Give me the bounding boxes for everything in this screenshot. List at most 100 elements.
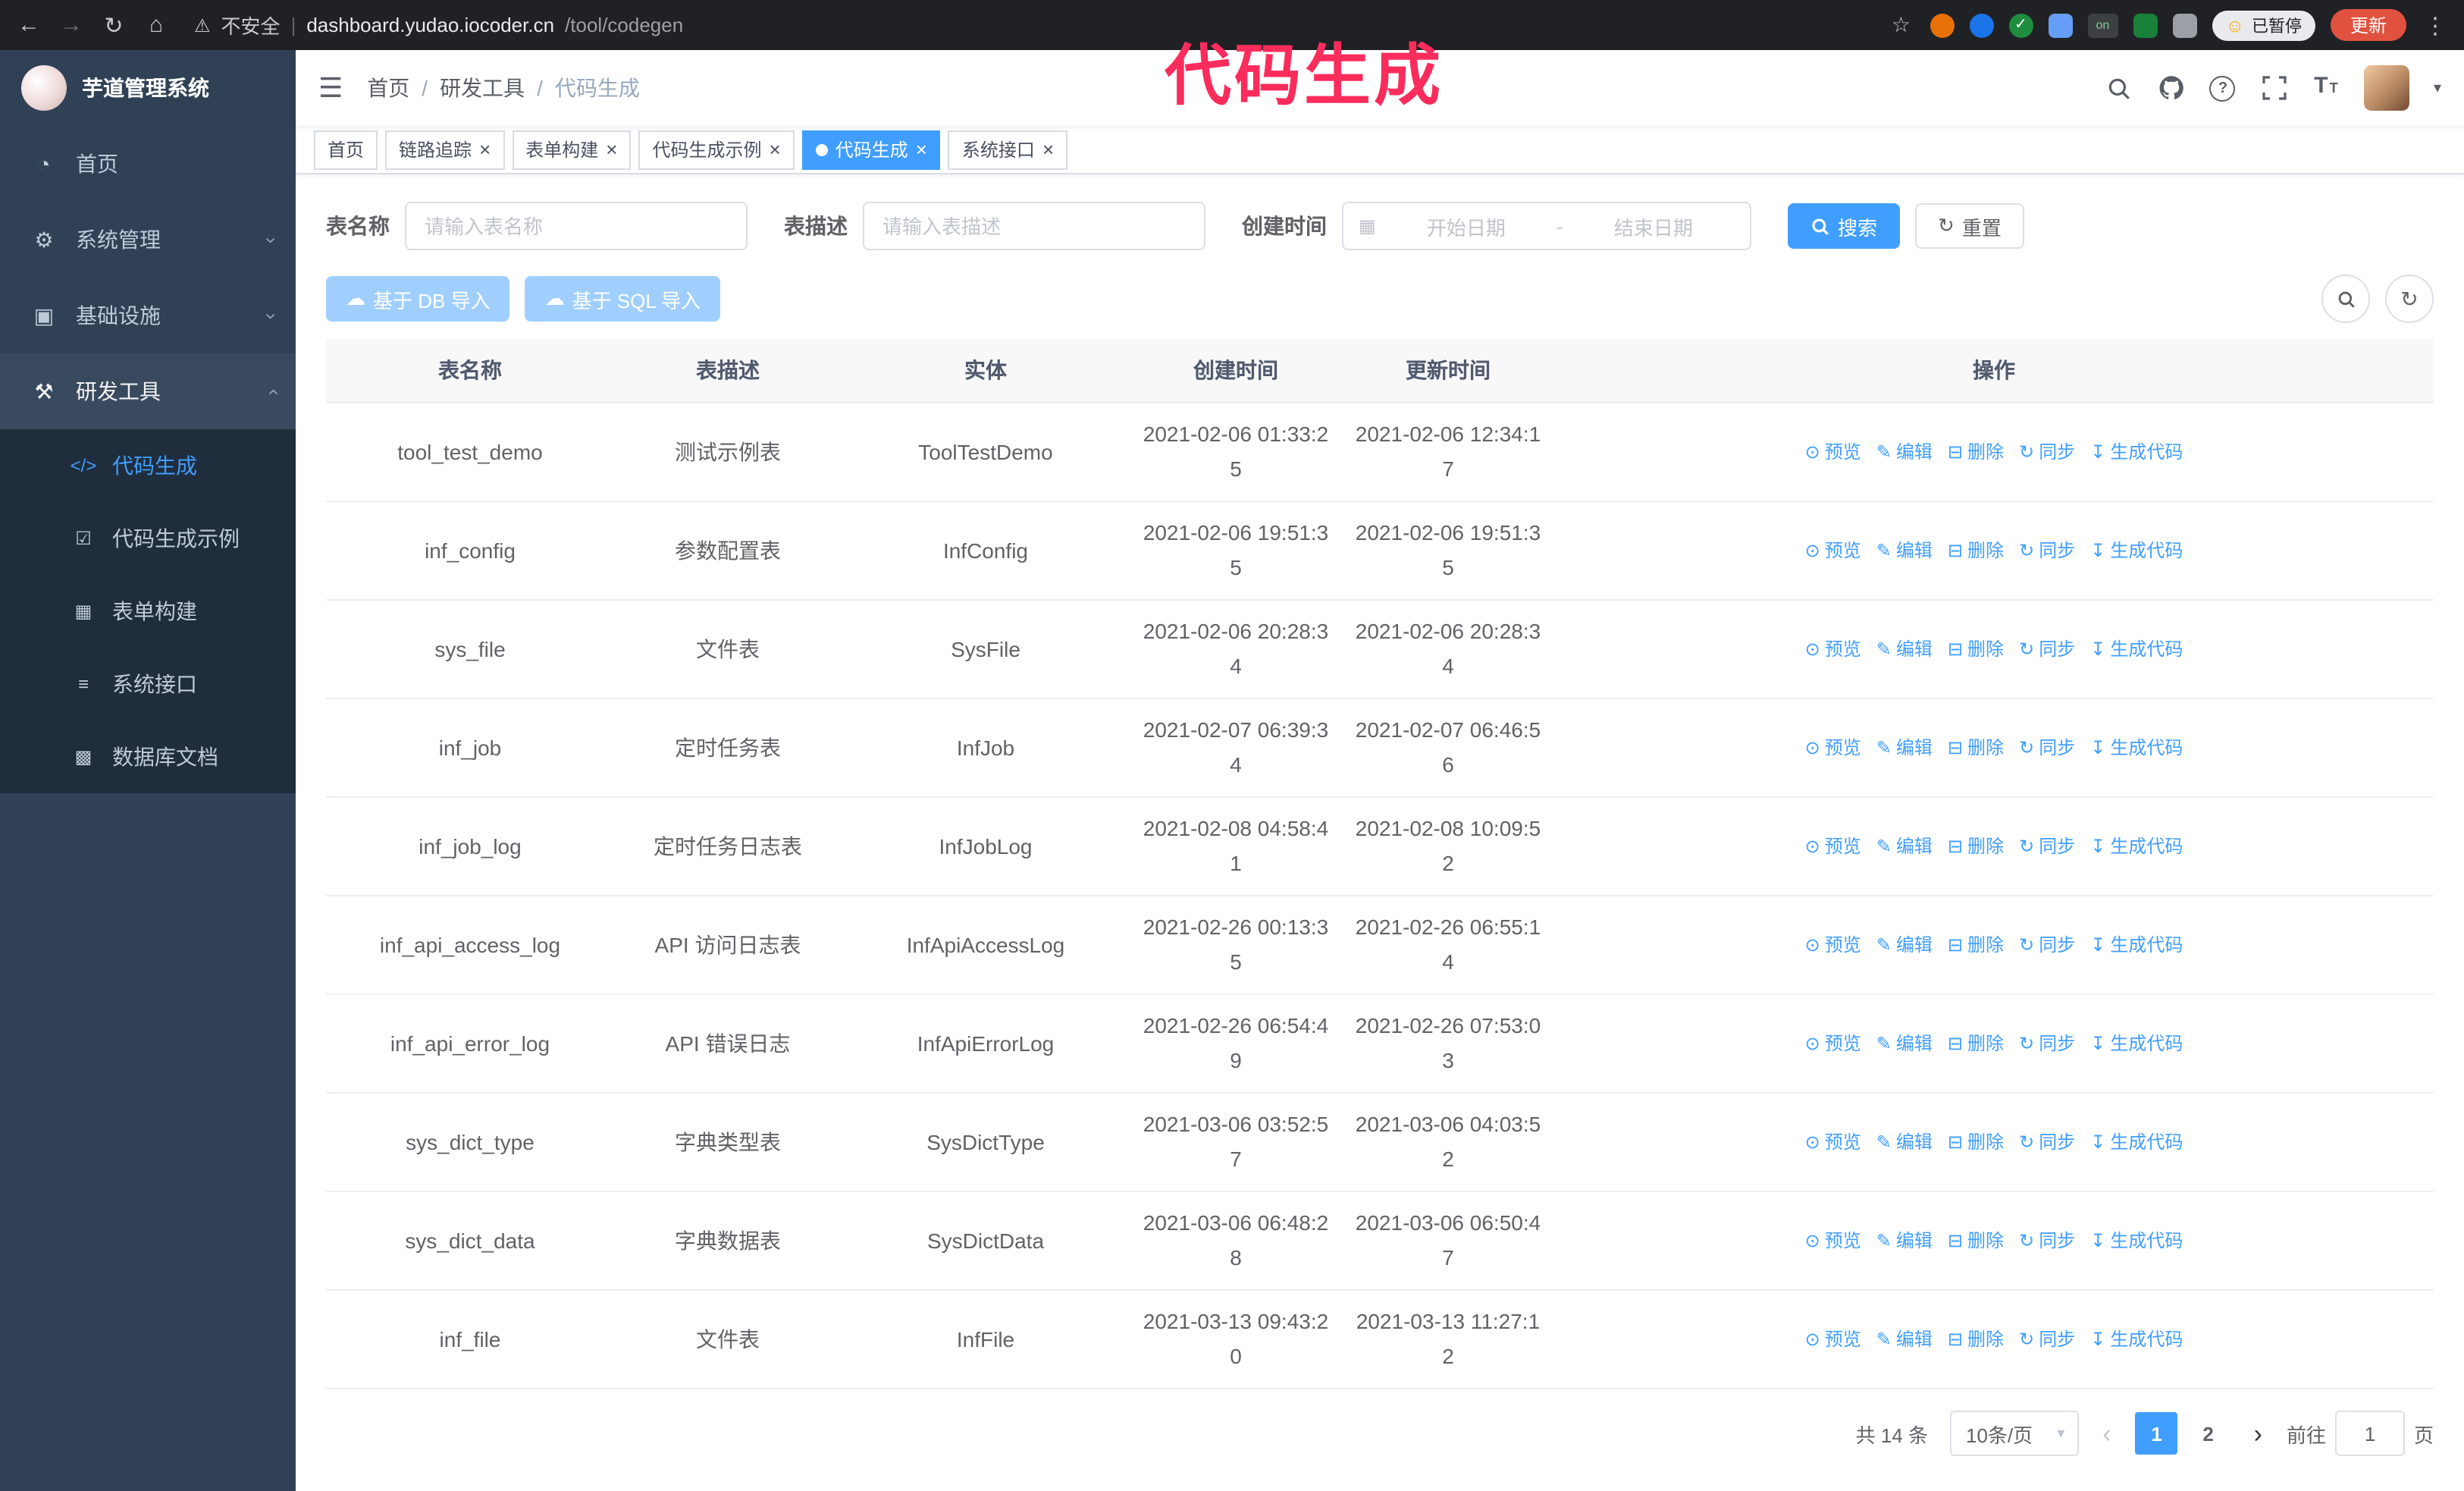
sidebar-item-gear[interactable]: ⚙ 系统管理 › — [0, 202, 296, 278]
search-icon[interactable] — [2106, 73, 2133, 103]
action-sync[interactable]: ↻ 同步 — [2019, 928, 2075, 963]
action-delete[interactable]: ⊟ 删除 — [1948, 534, 2004, 569]
action-generate-code[interactable]: ↧ 生成代码 — [2090, 534, 2183, 569]
tab-1[interactable]: 链路追踪 × — [385, 130, 505, 169]
import-sql-button[interactable]: ☁ 基于 SQL 导入 — [525, 276, 721, 322]
table-desc-input[interactable] — [863, 202, 1205, 250]
reload-icon[interactable]: ↻ — [100, 11, 127, 39]
breadcrumb-dev-tools[interactable]: 研发工具 — [440, 73, 525, 103]
sidebar-subitem-db-doc[interactable]: ▩ 数据库文档 — [0, 720, 296, 793]
extension-icon-green-check[interactable]: ✓ — [2008, 13, 2033, 37]
action-preview[interactable]: ⊙ 预览 — [1805, 435, 1861, 470]
action-delete[interactable]: ⊟ 删除 — [1948, 1125, 2004, 1160]
browser-menu-icon[interactable]: ⋮ — [2422, 11, 2449, 39]
action-sync[interactable]: ↻ 同步 — [2019, 1027, 2075, 1062]
action-preview[interactable]: ⊙ 预览 — [1805, 928, 1861, 963]
extension-icon-leaf[interactable] — [2133, 13, 2158, 37]
action-edit[interactable]: ✎ 编辑 — [1876, 731, 1933, 766]
close-icon[interactable]: × — [1042, 140, 1054, 159]
action-generate-code[interactable]: ↧ 生成代码 — [2090, 731, 2183, 766]
action-delete[interactable]: ⊟ 删除 — [1948, 1323, 2004, 1358]
refresh-table-button[interactable]: ↻ — [2385, 275, 2434, 323]
address-bar[interactable]: ⚠ 不安全 | dashboard.yudao.iocoder.cn/tool/… — [194, 11, 1872, 39]
close-icon[interactable]: × — [770, 140, 781, 159]
reset-button[interactable]: ↻ 重置 — [1915, 203, 2024, 249]
page-button-2[interactable]: 2 — [2187, 1412, 2230, 1455]
extension-icon-orange[interactable] — [1930, 13, 1955, 37]
help-icon[interactable]: ? — [2209, 73, 2237, 103]
action-sync[interactable]: ↻ 同步 — [2019, 830, 2075, 865]
action-sync[interactable]: ↻ 同步 — [2019, 632, 2075, 667]
action-edit[interactable]: ✎ 编辑 — [1876, 1027, 1933, 1062]
date-range-picker[interactable]: ▦ 开始日期 - 结束日期 — [1342, 202, 1751, 250]
search-button[interactable]: 搜索 — [1788, 203, 1901, 249]
action-preview[interactable]: ⊙ 预览 — [1805, 830, 1861, 865]
back-icon[interactable]: ← — [15, 12, 42, 38]
action-preview[interactable]: ⊙ 预览 — [1805, 1323, 1861, 1358]
import-db-button[interactable]: ☁ 基于 DB 导入 — [326, 276, 510, 322]
action-delete[interactable]: ⊟ 删除 — [1948, 435, 2004, 470]
extensions-puzzle-icon[interactable] — [2172, 13, 2197, 37]
action-generate-code[interactable]: ↧ 生成代码 — [2090, 1125, 2183, 1160]
action-delete[interactable]: ⊟ 删除 — [1948, 632, 2004, 667]
action-preview[interactable]: ⊙ 预览 — [1805, 632, 1861, 667]
close-icon[interactable]: × — [916, 140, 927, 159]
action-delete[interactable]: ⊟ 删除 — [1948, 928, 2004, 963]
font-size-icon[interactable]: TT — [2312, 73, 2340, 103]
action-sync[interactable]: ↻ 同步 — [2019, 731, 2075, 766]
update-button[interactable]: 更新 — [2330, 9, 2406, 41]
extension-icon-blue[interactable] — [1969, 13, 1994, 37]
action-delete[interactable]: ⊟ 删除 — [1948, 830, 2004, 865]
sidebar-item-infra[interactable]: ▣ 基础设施 › — [0, 278, 296, 353]
table-name-input[interactable] — [405, 202, 748, 250]
action-generate-code[interactable]: ↧ 生成代码 — [2090, 1323, 2183, 1358]
prev-page-button[interactable]: ‹ — [2099, 1420, 2114, 1446]
sidebar-subitem-example[interactable]: ☑ 代码生成示例 — [0, 502, 296, 575]
action-edit[interactable]: ✎ 编辑 — [1876, 1323, 1933, 1358]
page-size-select[interactable]: 10条/页 ▾ — [1949, 1411, 2079, 1456]
tab-0[interactable]: 首页 — [314, 130, 378, 169]
action-edit[interactable]: ✎ 编辑 — [1876, 632, 1933, 667]
action-delete[interactable]: ⊟ 删除 — [1948, 731, 2004, 766]
action-delete[interactable]: ⊟ 删除 — [1948, 1224, 2004, 1259]
user-avatar[interactable] — [2363, 65, 2409, 111]
action-edit[interactable]: ✎ 编辑 — [1876, 830, 1933, 865]
action-generate-code[interactable]: ↧ 生成代码 — [2090, 632, 2183, 667]
toggle-search-button[interactable] — [2321, 275, 2370, 323]
tab-4[interactable]: 代码生成 × — [801, 130, 941, 169]
goto-page-input[interactable] — [2334, 1411, 2405, 1456]
tab-5[interactable]: 系统接口 × — [948, 130, 1068, 169]
close-icon[interactable]: × — [606, 140, 617, 159]
action-edit[interactable]: ✎ 编辑 — [1876, 1125, 1933, 1160]
tab-2[interactable]: 表单构建 × — [512, 130, 632, 169]
forward-icon[interactable]: → — [58, 12, 85, 38]
paused-chip[interactable]: ☺ 已暂停 — [2212, 10, 2315, 40]
breadcrumb-home[interactable]: 首页 — [367, 73, 409, 103]
action-preview[interactable]: ⊙ 预览 — [1805, 731, 1861, 766]
next-page-button[interactable]: › — [2251, 1420, 2265, 1446]
action-sync[interactable]: ↻ 同步 — [2019, 1125, 2075, 1160]
browser-home-icon[interactable]: ⌂ — [143, 12, 170, 38]
sidebar-subitem-api[interactable]: ≡ 系统接口 — [0, 648, 296, 720]
github-icon[interactable] — [2158, 73, 2185, 103]
action-sync[interactable]: ↻ 同步 — [2019, 435, 2075, 470]
action-generate-code[interactable]: ↧ 生成代码 — [2090, 1027, 2183, 1062]
action-edit[interactable]: ✎ 编辑 — [1876, 928, 1933, 963]
fullscreen-icon[interactable] — [2261, 73, 2288, 103]
extension-icon-on-badge[interactable]: on — [2087, 13, 2118, 37]
action-sync[interactable]: ↻ 同步 — [2019, 534, 2075, 569]
bookmark-star-icon[interactable]: ☆ — [1887, 12, 1914, 38]
action-sync[interactable]: ↻ 同步 — [2019, 1224, 2075, 1259]
sidebar-subitem-code[interactable]: </> 代码生成 — [0, 429, 296, 502]
action-generate-code[interactable]: ↧ 生成代码 — [2090, 435, 2183, 470]
sidebar-item-home[interactable]: ◔ 首页 — [0, 126, 296, 202]
extension-icon-people[interactable] — [2048, 13, 2073, 37]
action-edit[interactable]: ✎ 编辑 — [1876, 1224, 1933, 1259]
close-icon[interactable]: × — [479, 140, 491, 159]
app-logo[interactable]: 芋道管理系统 — [0, 50, 296, 126]
chevron-down-icon[interactable]: ▾ — [2434, 80, 2441, 96]
action-edit[interactable]: ✎ 编辑 — [1876, 534, 1933, 569]
action-delete[interactable]: ⊟ 删除 — [1948, 1027, 2004, 1062]
action-generate-code[interactable]: ↧ 生成代码 — [2090, 1224, 2183, 1259]
action-edit[interactable]: ✎ 编辑 — [1876, 435, 1933, 470]
